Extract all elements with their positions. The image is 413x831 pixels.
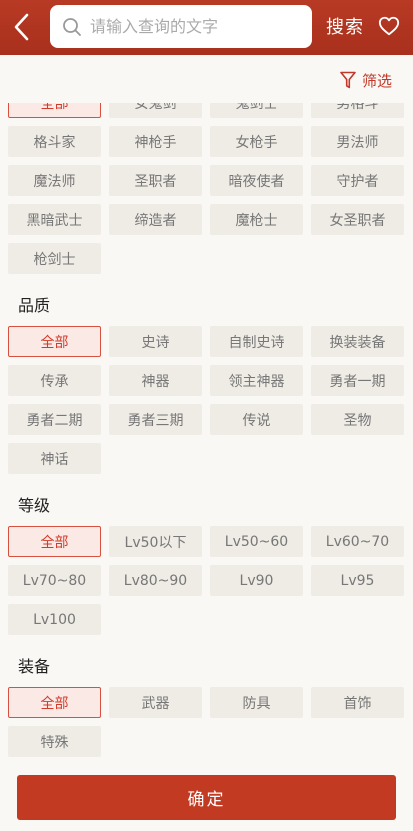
favorite-button[interactable] bbox=[378, 15, 400, 37]
search-input[interactable] bbox=[90, 5, 305, 48]
search-box[interactable] bbox=[50, 5, 312, 48]
level-grid: 全部 Lv50以下 Lv50~60 Lv60~70 Lv70~80 Lv80~9… bbox=[0, 526, 413, 635]
chip-profession-1[interactable]: 女鬼剑 bbox=[109, 103, 202, 118]
confirm-button[interactable]: 确定 bbox=[17, 775, 396, 820]
chip-quality-1[interactable]: 史诗 bbox=[109, 326, 202, 357]
filter-funnel-icon bbox=[340, 71, 356, 89]
chip-profession-3[interactable]: 男格斗 bbox=[311, 103, 404, 118]
chip-quality-2[interactable]: 自制史诗 bbox=[210, 326, 303, 357]
chip-equipment-2[interactable]: 防具 bbox=[210, 687, 303, 718]
chip-profession-8[interactable]: 魔法师 bbox=[8, 165, 101, 196]
chip-profession-11[interactable]: 守护者 bbox=[311, 165, 404, 196]
chip-level-3[interactable]: Lv60~70 bbox=[311, 526, 404, 557]
chip-quality-3[interactable]: 换装装备 bbox=[311, 326, 404, 357]
chip-profession-13[interactable]: 缔造者 bbox=[109, 204, 202, 235]
chip-profession-0[interactable]: 全部 bbox=[8, 103, 101, 118]
section-title-quality: 品质 bbox=[18, 296, 51, 315]
chip-profession-16[interactable]: 枪剑士 bbox=[8, 243, 101, 274]
section-title-equipment: 装备 bbox=[18, 657, 51, 676]
chip-quality-9[interactable]: 勇者三期 bbox=[109, 404, 202, 435]
equipment-grid: 全部 武器 防具 首饰 特殊 bbox=[0, 687, 413, 757]
chip-level-5[interactable]: Lv80~90 bbox=[109, 565, 202, 596]
chip-level-6[interactable]: Lv90 bbox=[210, 565, 303, 596]
chip-profession-15[interactable]: 女圣职者 bbox=[311, 204, 404, 235]
filter-label: 筛选 bbox=[362, 71, 393, 90]
chip-level-4[interactable]: Lv70~80 bbox=[8, 565, 101, 596]
chip-quality-8[interactable]: 勇者二期 bbox=[8, 404, 101, 435]
profession-grid: 全部 女鬼剑 鬼剑士 男格斗 格斗家 神枪手 女枪手 男法师 魔法师 圣职者 暗… bbox=[0, 103, 413, 274]
quality-grid: 全部 史诗 自制史诗 换装装备 传承 神器 领主神器 勇者一期 勇者二期 勇者三… bbox=[0, 326, 413, 474]
chip-level-8[interactable]: Lv100 bbox=[8, 604, 101, 635]
chip-equipment-4[interactable]: 特殊 bbox=[8, 726, 101, 757]
chip-equipment-0[interactable]: 全部 bbox=[8, 687, 101, 718]
filter-options-scroll[interactable]: 全部 女鬼剑 鬼剑士 男格斗 格斗家 神枪手 女枪手 男法师 魔法师 圣职者 暗… bbox=[0, 103, 413, 765]
chip-level-0[interactable]: 全部 bbox=[8, 526, 101, 557]
footer: 确定 bbox=[0, 765, 413, 831]
chip-quality-11[interactable]: 圣物 bbox=[311, 404, 404, 435]
chip-profession-2[interactable]: 鬼剑士 bbox=[210, 103, 303, 118]
chip-quality-7[interactable]: 勇者一期 bbox=[311, 365, 404, 396]
chip-profession-10[interactable]: 暗夜使者 bbox=[210, 165, 303, 196]
chip-profession-7[interactable]: 男法师 bbox=[311, 126, 404, 157]
back-button[interactable] bbox=[8, 10, 36, 44]
chip-level-1[interactable]: Lv50以下 bbox=[109, 526, 202, 557]
chip-quality-0[interactable]: 全部 bbox=[8, 326, 101, 357]
chip-profession-14[interactable]: 魔枪士 bbox=[210, 204, 303, 235]
heart-icon bbox=[378, 16, 400, 36]
filter-bar: 筛选 bbox=[0, 55, 413, 103]
chip-quality-12[interactable]: 神话 bbox=[8, 443, 101, 474]
filter-button[interactable]: 筛选 bbox=[340, 69, 392, 91]
chip-level-2[interactable]: Lv50~60 bbox=[210, 526, 303, 557]
chip-profession-4[interactable]: 格斗家 bbox=[8, 126, 101, 157]
chip-equipment-1[interactable]: 武器 bbox=[109, 687, 202, 718]
search-button[interactable]: 搜索 bbox=[326, 13, 364, 39]
chip-quality-4[interactable]: 传承 bbox=[8, 365, 101, 396]
section-title-level: 等级 bbox=[18, 496, 51, 515]
chip-level-7[interactable]: Lv95 bbox=[311, 565, 404, 596]
chip-profession-6[interactable]: 女枪手 bbox=[210, 126, 303, 157]
search-icon bbox=[63, 18, 81, 36]
chip-profession-9[interactable]: 圣职者 bbox=[109, 165, 202, 196]
chip-quality-6[interactable]: 领主神器 bbox=[210, 365, 303, 396]
chip-equipment-3[interactable]: 首饰 bbox=[311, 687, 404, 718]
chip-profession-12[interactable]: 黑暗武士 bbox=[8, 204, 101, 235]
chip-profession-5[interactable]: 神枪手 bbox=[109, 126, 202, 157]
chevron-left-icon bbox=[14, 13, 29, 41]
chip-quality-10[interactable]: 传说 bbox=[210, 404, 303, 435]
top-header: 搜索 bbox=[0, 0, 413, 55]
chip-quality-5[interactable]: 神器 bbox=[109, 365, 202, 396]
